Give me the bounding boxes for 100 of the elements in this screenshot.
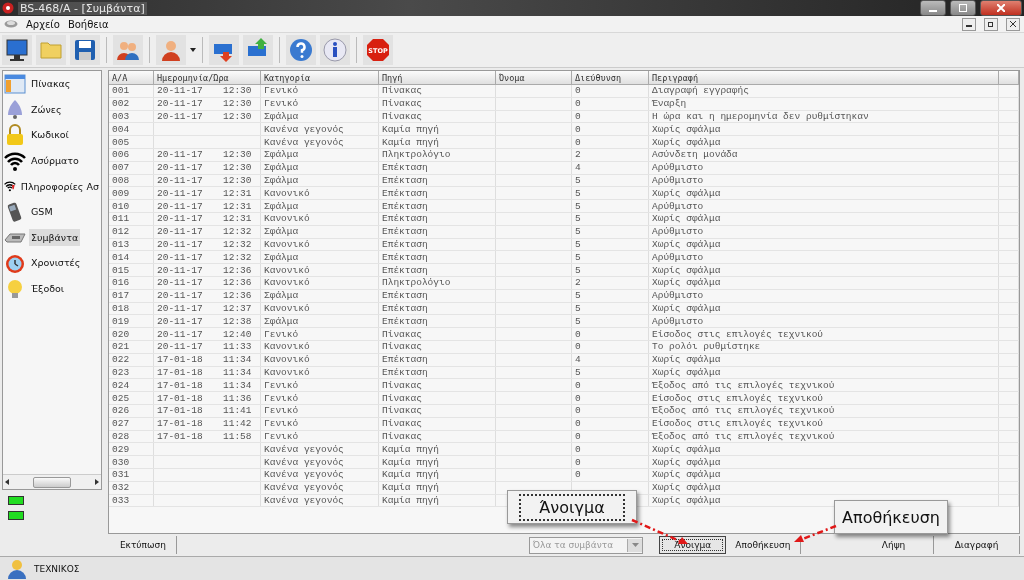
caret-icon[interactable] [190,48,196,52]
column-header[interactable]: Ημερομηνία/Ώρα [154,71,261,84]
app-menu-icon[interactable] [4,19,18,29]
table-cell: 5 [575,187,581,199]
table-cell: 2 [575,277,581,289]
time-cell: 11:34 [223,366,252,378]
restore-button[interactable] [984,17,998,31]
time-cell: 12:36 [223,264,252,276]
table-cell: 2 [575,149,581,161]
maximize-button[interactable] [950,0,976,16]
monitor-button[interactable] [2,35,32,65]
table-cell: 5 [575,315,581,327]
table-cell: 0 [575,392,581,404]
sidebar-item[interactable]: Πίνακας [29,75,73,93]
table-cell: 024 [112,379,130,391]
time-cell: 12:30 [223,85,252,97]
table-cell: Πίνακας [382,379,422,391]
restore-icon [988,21,994,27]
users-button[interactable] [113,35,143,65]
time-cell: 11:36 [223,392,252,404]
scroll-thumb[interactable] [33,476,71,488]
table-cell: Πίνακας [382,328,422,340]
table-cell: Πίνακας [382,111,422,122]
sidebar-item[interactable]: Ζώνες [29,100,64,118]
sidebar-item[interactable]: Έξοδοι [29,280,67,298]
sidebar-item[interactable]: Συμβάντα [29,228,81,246]
sidebar-item[interactable]: GSM [29,203,55,221]
table-cell: Καμία πηγή [382,136,439,148]
horizontal-scrollbar[interactable] [3,474,101,489]
table-cell: Επέκταση [382,302,428,314]
table-cell: Καμία πηγή [382,469,439,481]
table-cell: Επέκταση [382,264,428,276]
time-cell: 12:36 [223,290,252,302]
time-cell: 12:30 [223,162,252,174]
table-cell: Έξοδος από τις επιλογές τεχνικού [652,379,835,391]
download-button[interactable] [209,35,239,65]
date-cell-text: 20-11-17 [157,85,204,97]
user-menu-button[interactable] [156,35,186,65]
column-header[interactable]: Α/Α [109,71,154,84]
table-cell: 017 [112,290,130,302]
action-button[interactable]: Άνοιγμα [659,536,727,554]
time-cell: 12:31 [223,187,252,199]
menu-item[interactable]: Βοήθεια [67,18,109,30]
close-button[interactable] [1006,17,1020,31]
table-cell: 5 [575,290,581,302]
sidebar-item[interactable]: Κωδικοί [29,126,71,144]
info-button[interactable] [320,35,350,65]
table-cell: Κανονικό [264,187,310,199]
time-cell: 11:58 [223,430,252,442]
user-role: ΤΕΧΝΙΚΟΣ [34,563,80,574]
table-cell: Έξοδος από τις επιλογές τεχνικού [652,405,835,417]
help-button[interactable] [286,35,316,65]
table-cell: Σφάλμα [264,200,299,212]
table-cell: 014 [112,251,130,263]
save-button[interactable] [70,35,100,65]
scroll-left-icon[interactable] [5,479,9,485]
column-header[interactable]: Πηγή [379,71,496,84]
table-cell: Κανένα γεγονός [264,123,344,135]
table-cell: 5 [575,226,581,238]
table-cell: Επέκταση [382,366,428,378]
minimize-button[interactable] [920,0,946,16]
column-header[interactable]: Διεύθυνση [572,71,649,84]
table-cell: 5 [575,238,581,250]
sidebar-item[interactable]: Πληροφορίες Ασ [18,177,101,195]
column-header[interactable]: Περιγραφή [649,71,999,84]
upload-button[interactable] [243,35,273,65]
table-cell: Σφάλμα [264,111,299,122]
table-cell: 4 [575,354,581,366]
close-button[interactable] [980,0,1022,16]
table-cell: Κανονικό [264,341,310,353]
close-icon [997,4,1005,12]
table-cell: 0 [575,443,581,455]
sidebar-item[interactable]: Ασύρματο [29,152,81,170]
menu-item[interactable]: Αρχείο [26,18,60,30]
minimize-button[interactable] [962,17,976,31]
time-cell: 12:30 [223,98,252,110]
table-cell: Πίνακας [382,341,422,353]
table-cell: Πίνακας [382,392,422,404]
column-header[interactable]: Κατηγορία [261,71,379,84]
scroll-right-icon[interactable] [95,479,99,485]
table-cell: 011 [112,213,130,225]
table-cell: Επέκταση [382,162,428,174]
table-cell: Κανένα γεγονός [264,482,344,494]
date-cell-text: 17-01-18 [157,366,204,378]
table-cell: Σφάλμα [264,149,299,161]
table-cell: Η ώρα και η ημερομηνία δεν ρυθμίστηκαν [652,111,869,122]
table-cell: Πίνακας [382,85,422,97]
sidebar-item[interactable]: Χρονιστές [29,254,83,272]
column-header[interactable]: Όνομα [496,71,572,84]
table-cell: 007 [112,162,130,174]
table-cell: Το ρολόι ρυθμίστηκε [652,341,761,353]
table-cell: Σφάλμα [264,226,299,238]
table-cell: Επέκταση [382,315,428,327]
date-cell-text: 20-11-17 [157,341,204,353]
table-cell: Χωρίς σφάλμα [652,482,721,494]
table-cell: Έξοδος από τις επιλογές τεχνικού [652,430,835,442]
table-cell: Αρύθμιστο [652,226,704,238]
table-cell: Χωρίς σφάλμα [652,366,721,378]
table-cell: Γενικό [264,85,299,97]
window-icon [4,72,26,95]
